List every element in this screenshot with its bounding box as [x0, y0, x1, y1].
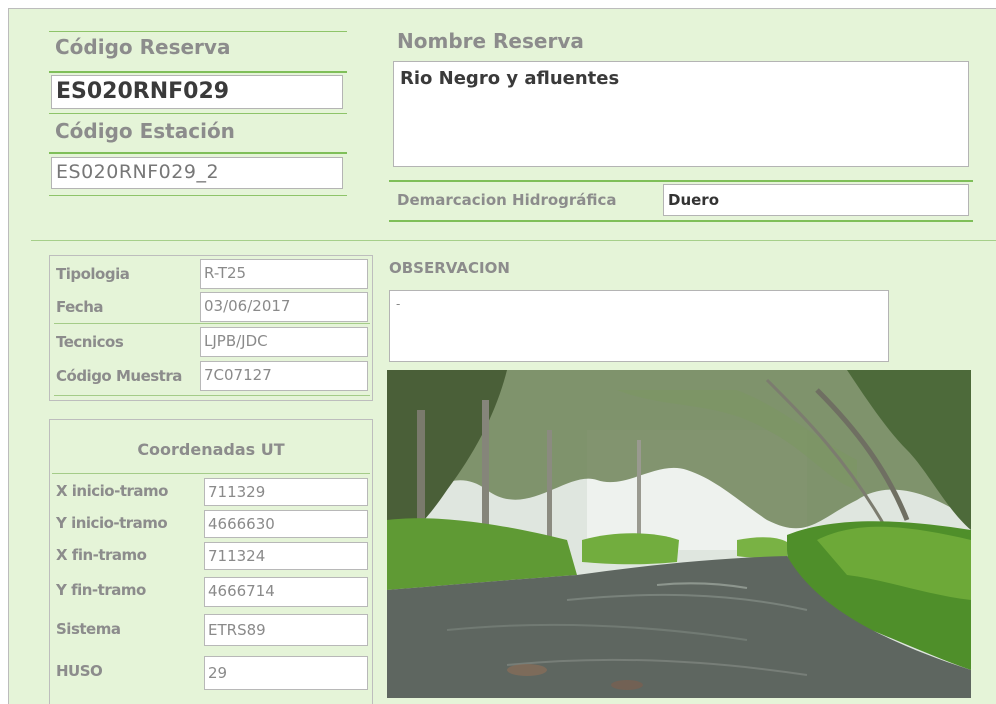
table-row: Fecha 03/06/2017: [50, 292, 372, 322]
info-table: Tipologia R-T25 Fecha 03/06/2017 Tecnico…: [49, 255, 373, 401]
section-divider: [31, 240, 996, 241]
observacion-value: -: [389, 290, 889, 362]
river-photo-icon: [387, 370, 971, 698]
x-inicio-value: 711329: [204, 478, 368, 506]
table-row: X fin-tramo 711324: [50, 540, 372, 570]
codigo-reserva-value: ES020RNF029: [51, 75, 343, 109]
codigo-reserva-label: Código Reserva: [55, 35, 231, 59]
tecnicos-value: LJPB/JDC: [200, 327, 368, 357]
y-fin-value: 4666714: [204, 577, 368, 607]
divider: [389, 180, 973, 182]
y-fin-label: Y fin-tramo: [56, 581, 146, 599]
codigo-estacion-value: ES020RNF029_2: [51, 157, 343, 189]
tipologia-label: Tipologia: [56, 265, 130, 283]
divider: [49, 113, 347, 114]
row-divider: [52, 473, 370, 474]
codigo-muestra-label: Código Muestra: [56, 367, 182, 385]
table-row: Y inicio-tramo 4666630: [50, 508, 372, 538]
nombre-reserva-value: Rio Negro y afluentes: [393, 61, 969, 167]
x-inicio-label: X inicio-tramo: [56, 482, 168, 500]
demarcacion-label: Demarcacion Hidrográfica: [397, 191, 617, 209]
demarcacion-value: Duero: [663, 184, 969, 216]
sistema-value: ETRS89: [204, 614, 368, 646]
table-row: Sistema ETRS89: [50, 614, 372, 646]
station-sheet: Código Reserva ES020RNF029 Código Estaci…: [8, 8, 996, 704]
table-row: Tecnicos LJPB/JDC: [50, 327, 372, 357]
table-row: X inicio-tramo 711329: [50, 476, 372, 506]
nombre-reserva-label: Nombre Reserva: [397, 29, 584, 53]
divider: [49, 71, 347, 73]
fecha-label: Fecha: [56, 298, 104, 316]
coordenadas-table: Coordenadas UT X inicio-tramo 711329 Y i…: [49, 419, 373, 704]
fecha-value: 03/06/2017: [200, 292, 368, 322]
divider: [49, 195, 347, 196]
divider: [49, 152, 347, 154]
y-inicio-label: Y inicio-tramo: [56, 514, 168, 532]
divider: [389, 220, 973, 222]
river-photo: [387, 370, 971, 698]
coordenadas-title: Coordenadas UT: [137, 440, 285, 459]
y-inicio-value: 4666630: [204, 510, 368, 538]
tecnicos-label: Tecnicos: [56, 333, 124, 351]
table-row: Código Muestra 7C07127: [50, 361, 372, 391]
table-row: HUSO 29: [50, 656, 372, 690]
x-fin-value: 711324: [204, 542, 368, 570]
table-row: Y fin-tramo 4666714: [50, 575, 372, 607]
tipologia-value: R-T25: [200, 259, 368, 289]
codigo-estacion-label: Código Estación: [55, 119, 235, 143]
row-divider: [54, 323, 370, 324]
observacion-label: OBSERVACION: [389, 259, 510, 277]
huso-label: HUSO: [56, 662, 103, 680]
codigo-muestra-value: 7C07127: [200, 361, 368, 391]
huso-value: 29: [204, 656, 368, 690]
x-fin-label: X fin-tramo: [56, 546, 147, 564]
row-divider: [54, 395, 370, 396]
sistema-label: Sistema: [56, 620, 121, 638]
divider: [49, 31, 347, 32]
table-row: Tipologia R-T25: [50, 259, 372, 289]
